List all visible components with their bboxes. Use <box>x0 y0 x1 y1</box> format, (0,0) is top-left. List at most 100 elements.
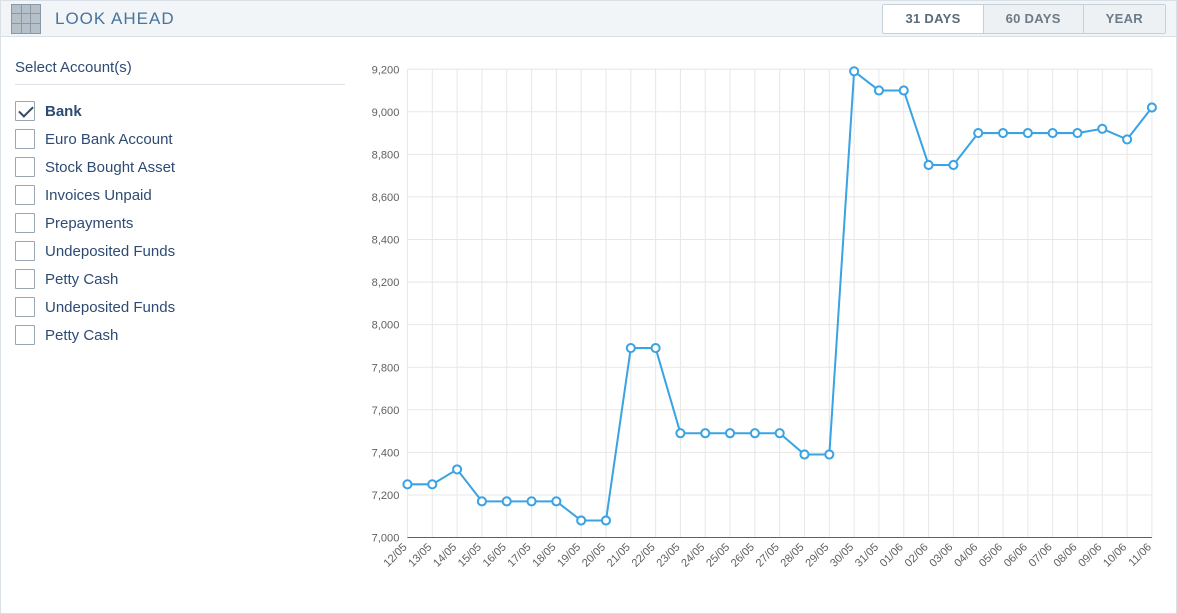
svg-text:17/05: 17/05 <box>506 542 534 570</box>
svg-text:27/05: 27/05 <box>754 542 782 570</box>
chart-marker[interactable] <box>949 161 957 169</box>
chart-marker[interactable] <box>1073 129 1081 137</box>
chart-marker[interactable] <box>403 481 411 489</box>
chart-marker[interactable] <box>1123 136 1131 144</box>
account-label: Euro Bank Account <box>45 131 173 148</box>
checkbox-icon[interactable] <box>15 241 35 261</box>
panel-header: LOOK AHEAD 31 DAYS60 DAYSYEAR <box>1 1 1176 37</box>
chart-marker[interactable] <box>527 498 535 506</box>
chart-marker[interactable] <box>652 344 660 352</box>
chart-marker[interactable] <box>503 498 511 506</box>
svg-text:21/05: 21/05 <box>605 542 633 570</box>
svg-text:8,400: 8,400 <box>372 235 400 247</box>
chart-marker[interactable] <box>850 68 858 76</box>
chart-marker[interactable] <box>602 517 610 525</box>
sidebar-title: Select Account(s) <box>15 59 345 76</box>
chart-marker[interactable] <box>1098 125 1106 133</box>
chart-marker[interactable] <box>428 481 436 489</box>
account-sidebar: Select Account(s) Bank Euro Bank Account S… <box>15 59 345 599</box>
svg-text:09/06: 09/06 <box>1076 542 1104 570</box>
svg-text:8,600: 8,600 <box>372 192 400 204</box>
chart-marker[interactable] <box>1049 129 1057 137</box>
chart-marker[interactable] <box>751 430 759 438</box>
svg-text:8,200: 8,200 <box>372 277 400 289</box>
chart-marker[interactable] <box>825 451 833 459</box>
chart-marker[interactable] <box>925 161 933 169</box>
checkbox-icon[interactable] <box>15 101 35 121</box>
svg-text:07/06: 07/06 <box>1027 542 1055 570</box>
svg-text:18/05: 18/05 <box>530 542 558 570</box>
svg-text:25/05: 25/05 <box>704 542 732 570</box>
account-label: Stock Bought Asset <box>45 159 175 176</box>
svg-text:10/06: 10/06 <box>1101 542 1129 570</box>
chart-marker[interactable] <box>875 87 883 95</box>
account-label: Undeposited Funds <box>45 243 175 260</box>
svg-text:29/05: 29/05 <box>803 542 831 570</box>
panel-title: LOOK AHEAD <box>55 9 175 29</box>
chart-marker[interactable] <box>676 430 684 438</box>
chart-marker[interactable] <box>776 430 784 438</box>
range-button-year[interactable]: YEAR <box>1083 5 1165 33</box>
chart-marker[interactable] <box>577 517 585 525</box>
account-item[interactable]: Stock Bought Asset <box>15 153 345 181</box>
chart-marker[interactable] <box>900 87 908 95</box>
range-button-60days[interactable]: 60 DAYS <box>983 5 1083 33</box>
svg-text:02/06: 02/06 <box>903 542 931 570</box>
checkbox-icon[interactable] <box>15 129 35 149</box>
chart-marker[interactable] <box>552 498 560 506</box>
svg-text:9,000: 9,000 <box>372 107 400 119</box>
svg-text:22/05: 22/05 <box>630 542 658 570</box>
svg-text:8,800: 8,800 <box>372 150 400 162</box>
svg-text:31/05: 31/05 <box>853 542 881 570</box>
account-item[interactable]: Invoices Unpaid <box>15 181 345 209</box>
account-item[interactable]: Euro Bank Account <box>15 125 345 153</box>
checkbox-icon[interactable] <box>15 325 35 345</box>
svg-text:26/05: 26/05 <box>729 542 757 570</box>
sidebar-rule <box>15 84 345 85</box>
svg-text:14/05: 14/05 <box>431 542 459 570</box>
svg-text:15/05: 15/05 <box>456 542 484 570</box>
chart-marker[interactable] <box>1148 104 1156 112</box>
svg-text:13/05: 13/05 <box>406 542 434 570</box>
checkbox-icon[interactable] <box>15 157 35 177</box>
account-label: Petty Cash <box>45 271 118 288</box>
account-item[interactable]: Petty Cash <box>15 321 345 349</box>
account-item[interactable]: Prepayments <box>15 209 345 237</box>
svg-text:01/06: 01/06 <box>878 542 906 570</box>
svg-text:7,200: 7,200 <box>372 490 400 502</box>
svg-text:08/06: 08/06 <box>1052 542 1080 570</box>
checkbox-icon[interactable] <box>15 213 35 233</box>
account-label: Undeposited Funds <box>45 299 175 316</box>
svg-text:12/05: 12/05 <box>382 542 410 570</box>
account-item[interactable]: Undeposited Funds <box>15 293 345 321</box>
look-ahead-chart[interactable]: 7,0007,2007,4007,6007,8008,0008,2008,400… <box>355 59 1162 599</box>
grid-icon <box>11 4 41 34</box>
svg-text:8,000: 8,000 <box>372 320 400 332</box>
svg-text:05/06: 05/06 <box>977 542 1005 570</box>
checkbox-icon[interactable] <box>15 269 35 289</box>
account-item[interactable]: Bank <box>15 97 345 125</box>
svg-text:28/05: 28/05 <box>779 542 807 570</box>
svg-text:30/05: 30/05 <box>828 542 856 570</box>
account-item[interactable]: Undeposited Funds <box>15 237 345 265</box>
chart-marker[interactable] <box>478 498 486 506</box>
svg-text:11/06: 11/06 <box>1127 542 1154 570</box>
chart-marker[interactable] <box>701 430 709 438</box>
chart-marker[interactable] <box>627 344 635 352</box>
svg-text:06/06: 06/06 <box>1002 542 1030 570</box>
chart-marker[interactable] <box>453 466 461 474</box>
panel-body: Select Account(s) Bank Euro Bank Account S… <box>1 37 1176 613</box>
chart-marker[interactable] <box>726 430 734 438</box>
chart-marker[interactable] <box>800 451 808 459</box>
chart-area: 7,0007,2007,4007,6007,8008,0008,2008,400… <box>355 59 1162 599</box>
account-item[interactable]: Petty Cash <box>15 265 345 293</box>
chart-marker[interactable] <box>999 129 1007 137</box>
chart-marker[interactable] <box>974 129 982 137</box>
look-ahead-panel: LOOK AHEAD 31 DAYS60 DAYSYEAR Select Acc… <box>0 0 1177 614</box>
range-button-31days[interactable]: 31 DAYS <box>883 5 982 33</box>
svg-text:19/05: 19/05 <box>555 542 583 570</box>
checkbox-icon[interactable] <box>15 185 35 205</box>
chart-marker[interactable] <box>1024 129 1032 137</box>
checkbox-icon[interactable] <box>15 297 35 317</box>
svg-text:7,400: 7,400 <box>372 448 400 460</box>
